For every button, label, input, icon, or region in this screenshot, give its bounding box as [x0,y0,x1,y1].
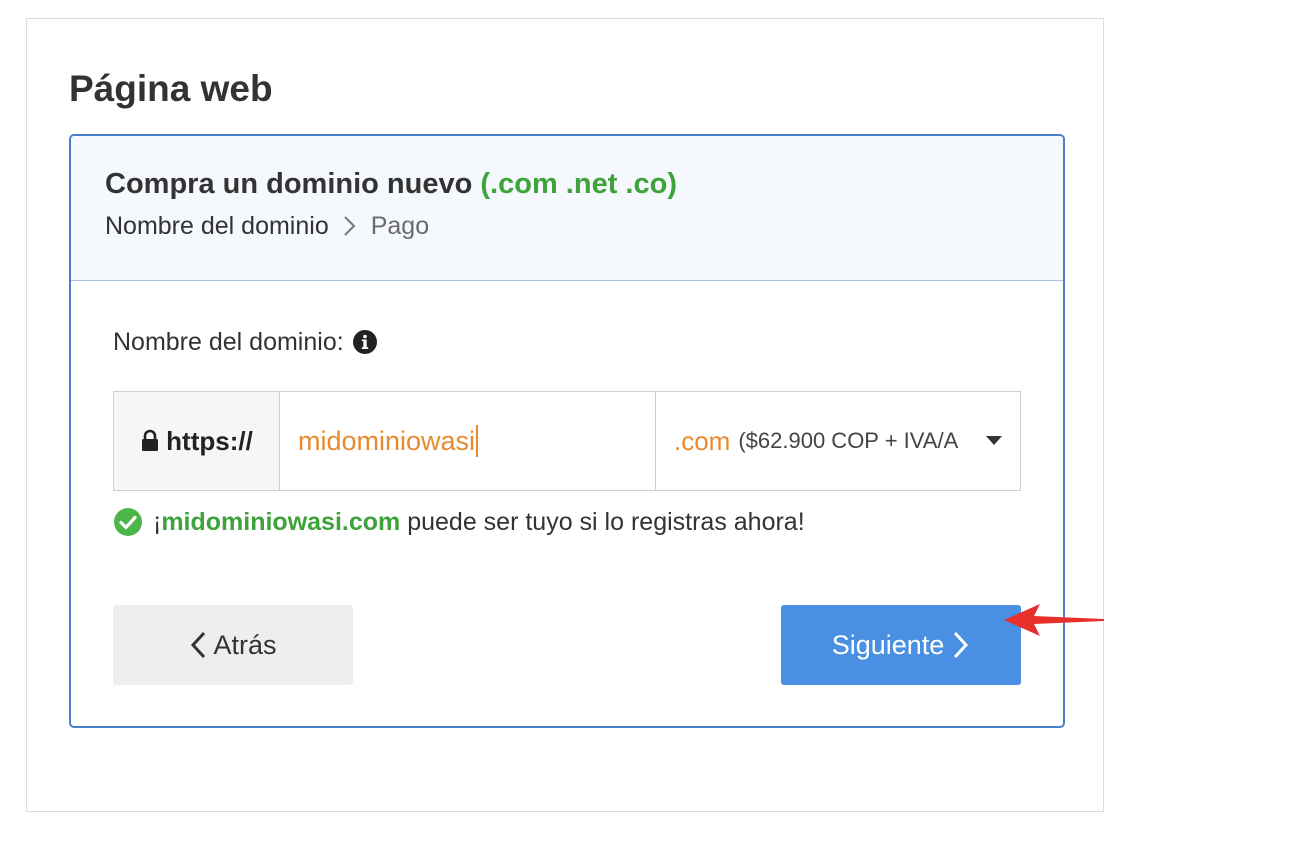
card-header: Compra un dominio nuevo (.com .net .co) … [71,136,1063,281]
back-button[interactable]: Atrás [113,605,353,685]
lock-icon [142,429,159,451]
chevron-right-icon [954,631,969,659]
chevron-right-icon [344,216,356,236]
domain-input-group: https:// midominiowasi .com ($62.900 COP… [113,391,1021,491]
domain-name-label: Nombre del dominio: [113,326,378,358]
breadcrumb: Nombre del dominio Pago [105,210,429,242]
step-domain-name: Nombre del dominio [105,212,329,240]
domain-name-input[interactable]: midominiowasi [280,392,656,490]
protocol-prefix-text: https:// [166,425,253,456]
card-title: Compra un dominio nuevo (.com .net .co) [105,166,677,202]
info-circle-icon[interactable] [352,329,378,355]
protocol-prefix: https:// [114,392,280,490]
text-caret [476,425,479,457]
domain-name-label-text: Nombre del dominio: [113,328,344,356]
arrow-left-icon [1004,604,1104,636]
availability-message: ¡ midominiowasi.com puede ser tuyo si lo … [113,506,805,538]
next-button-label: Siguiente [831,629,945,660]
check-circle-icon [114,508,142,536]
domain-purchase-card: Compra un dominio nuevo (.com .net .co) … [69,134,1065,728]
next-button[interactable]: Siguiente [781,605,1021,685]
page-title: Página web [69,68,273,109]
tld-price: ($62.900 COP + IVA/A [738,428,959,453]
tld-select[interactable]: .com ($62.900 COP + IVA/A [656,392,1020,490]
availability-open-mark: ¡ [153,508,162,536]
available-domain: midominiowasi.com [161,508,401,536]
chevron-left-icon [191,631,206,659]
card-title-tlds: (.com .net .co) [480,168,677,200]
step-payment: Pago [370,212,430,240]
back-button-label: Atrás [213,629,277,660]
card-title-main: Compra un dominio nuevo [105,168,473,200]
caret-down-icon [986,436,1002,445]
availability-text: puede ser tuyo si lo registras ahora! [407,508,805,536]
domain-name-value: midominiowasi [298,425,476,456]
page-panel: Página web Compra un dominio nuevo (.com… [26,18,1104,812]
tld-extension: .com [674,425,731,456]
